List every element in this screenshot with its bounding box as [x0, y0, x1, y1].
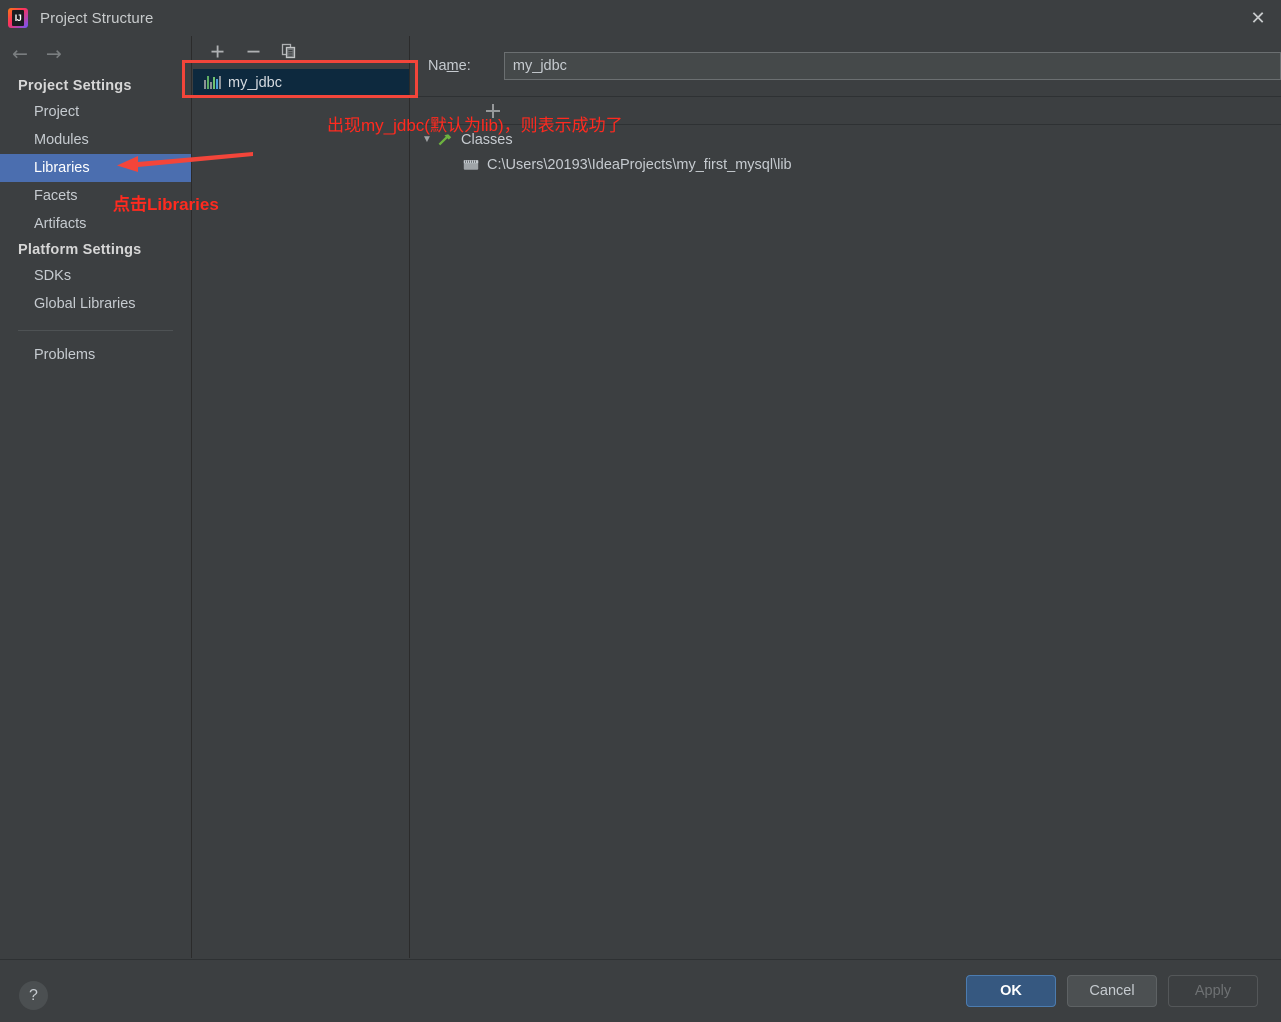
library-detail-panel: Name: ▼ Classes — [411, 36, 1281, 958]
classes-hammer-icon — [435, 132, 455, 148]
sidebar-item-facets[interactable]: Facets — [0, 182, 191, 210]
tree-node-label: Classes — [461, 131, 513, 148]
name-row: Name: — [411, 36, 1281, 96]
sidebar-item-problems[interactable]: Problems — [0, 341, 191, 369]
dialog-bottom-bar: ? OK Cancel Apply — [0, 959, 1281, 1022]
help-button[interactable]: ? — [19, 981, 48, 1010]
sidebar-divider — [18, 330, 173, 331]
libraries-list: my_jdbc — [193, 69, 409, 96]
remove-library-button[interactable] — [243, 41, 263, 61]
folder-icon — [461, 158, 481, 172]
sidebar-item-label: Libraries — [34, 160, 90, 176]
sidebar-item-modules[interactable]: Modules — [0, 126, 191, 154]
sidebar-item-libraries[interactable]: Libraries — [0, 154, 191, 182]
window-title: Project Structure — [40, 9, 154, 27]
detail-toolbar — [411, 97, 1281, 124]
sidebar-item-label: Project — [34, 104, 80, 120]
copy-library-button[interactable] — [279, 41, 299, 61]
sidebar-heading-project-settings: Project Settings — [18, 78, 132, 94]
sidebar-item-global-libraries[interactable]: Global Libraries — [0, 290, 191, 318]
close-icon[interactable]: ✕ — [1235, 0, 1281, 36]
sidebar-nav-row: ← → — [0, 36, 191, 72]
tree-row[interactable]: C:\Users\20193\IdeaProjects\my_first_mys… — [411, 152, 1281, 177]
tree-node-label: C:\Users\20193\IdeaProjects\my_first_mys… — [487, 156, 792, 173]
library-roots-tree: ▼ Classes C:\Users\20193\IdeaProjects\my… — [411, 125, 1281, 177]
sidebar-heading-platform-settings: Platform Settings — [18, 242, 142, 258]
ok-button[interactable]: OK — [966, 975, 1056, 1007]
cancel-button[interactable]: Cancel — [1067, 975, 1157, 1007]
sidebar-item-sdks[interactable]: SDKs — [0, 262, 191, 290]
sidebar-item-project[interactable]: Project — [0, 98, 191, 126]
library-bars-icon — [204, 76, 221, 89]
name-input[interactable] — [503, 52, 1281, 80]
tree-row[interactable]: ▼ Classes — [411, 127, 1281, 152]
sidebar-item-label: Global Libraries — [34, 296, 136, 312]
libraries-list-panel: my_jdbc — [193, 36, 410, 958]
apply-button: Apply — [1168, 975, 1258, 1007]
chevron-down-icon[interactable]: ▼ — [419, 134, 435, 145]
sidebar-list: Project Settings Project Modules Librari… — [0, 72, 191, 369]
back-arrow-icon[interactable]: ← — [12, 44, 28, 64]
forward-arrow-icon[interactable]: → — [46, 44, 62, 64]
sidebar-item-label: Artifacts — [34, 216, 87, 232]
dialog-buttons: OK Cancel Apply — [966, 975, 1258, 1007]
name-label: Name: — [428, 58, 471, 74]
add-library-button[interactable] — [207, 41, 227, 61]
title-bar: IJ Project Structure ✕ — [0, 0, 1281, 36]
intellij-idea-logo-icon: IJ — [8, 8, 28, 28]
libraries-toolbar — [193, 36, 409, 66]
sidebar-item-label: Problems — [34, 347, 96, 363]
settings-sidebar: ← → Project Settings Project Modules Lib… — [0, 36, 192, 958]
add-root-button[interactable] — [483, 101, 503, 121]
sidebar-item-artifacts[interactable]: Artifacts — [0, 210, 191, 238]
sidebar-item-label: Facets — [34, 188, 78, 204]
list-item[interactable]: my_jdbc — [193, 69, 409, 96]
sidebar-item-label: Modules — [34, 132, 89, 148]
project-structure-dialog: IJ Project Structure ✕ ← → Project Setti… — [0, 0, 1281, 1022]
sidebar-item-label: SDKs — [34, 268, 72, 284]
library-name-label: my_jdbc — [228, 74, 282, 91]
